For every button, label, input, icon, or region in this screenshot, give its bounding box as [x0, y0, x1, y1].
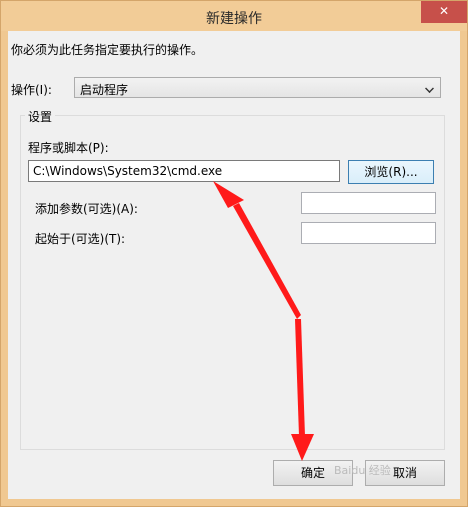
annotation-arrow-to-path-icon	[213, 181, 301, 319]
watermark: Baidu 经验	[334, 464, 391, 477]
annotation-arrow-to-ok-icon	[291, 319, 314, 461]
annotation-arrows	[213, 181, 314, 461]
dialog-window: 新建操作 ✕ 你必须为此任务指定要执行的操作。 操作(I): 启动程序 设置 程…	[0, 0, 468, 507]
